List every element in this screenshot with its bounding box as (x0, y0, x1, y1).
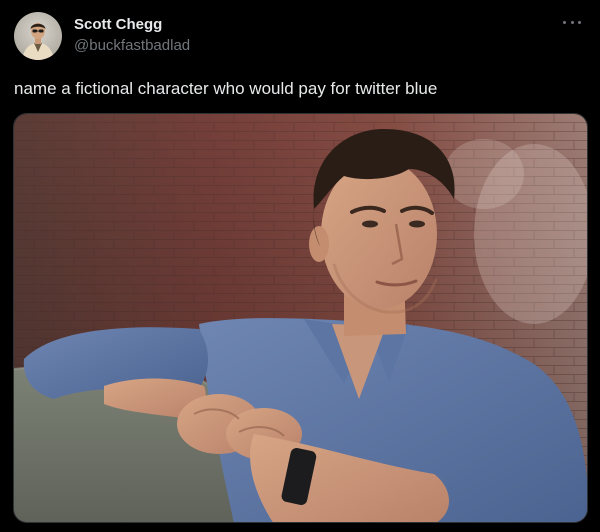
more-dot (563, 20, 566, 24)
author-display-name[interactable]: Scott Chegg (74, 17, 190, 32)
more-dot (570, 20, 574, 24)
author-info: Scott Chegg @buckfastbadlad (74, 17, 190, 53)
tweet-text: name a fictional character who would pay… (14, 79, 438, 98)
author-handle[interactable]: @buckfastbadlad (74, 38, 190, 53)
tweet-photo[interactable] (13, 113, 588, 523)
user-avatar-icon (14, 12, 62, 60)
more-options-icon[interactable] (561, 14, 583, 30)
author-avatar[interactable] (14, 12, 62, 60)
tweet-card: Scott Chegg @buckfastbadlad name a ficti… (0, 0, 600, 532)
photo-man-leaning-on-ledge (14, 114, 587, 522)
more-dot (578, 20, 581, 24)
